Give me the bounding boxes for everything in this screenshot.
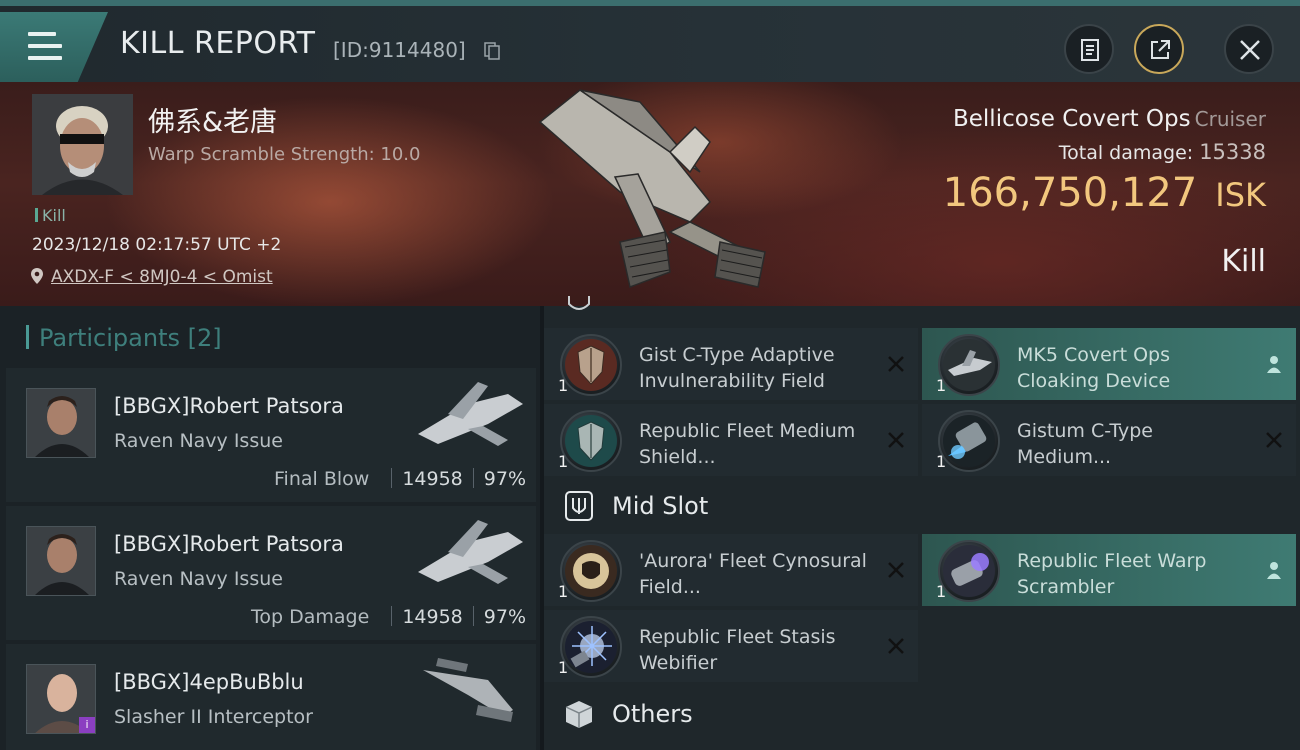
module-item[interactable]: 1 Republic Fleet Medium Shield... [544,404,918,476]
info-badge-icon: i [79,717,95,733]
shield-module-icon [560,334,622,396]
page-title: KILL REPORT [120,26,316,61]
module-quantity: 1 [558,582,569,601]
dropped-person-icon [1267,562,1281,579]
module-quantity: 1 [558,452,569,471]
module-name: MK5 Covert Ops Cloaking Device [1017,344,1171,392]
mid-slot-icon [565,491,593,521]
victim-ship-class: Cruiser [1194,107,1266,131]
module-quantity: 1 [558,658,569,677]
module-item[interactable]: 1 Gistum C-Type Medium... [922,404,1296,476]
victim-portrait[interactable] [32,94,133,195]
kill-location[interactable]: AXDX-F < 8MJ0-4 < Omist [31,267,273,287]
module-quantity: 1 [558,376,569,395]
destroyed-icon [1266,432,1282,448]
participant-percent: 97% [483,468,526,490]
module-name: Gistum C-Type Medium... [1017,420,1153,468]
location-link[interactable]: AXDX-F < 8MJ0-4 < Omist [51,267,273,287]
participant-ship-render [418,382,523,446]
module-item[interactable]: 1 MK5 Covert Ops Cloaking Device [922,328,1296,400]
participant-avatar: i [26,664,96,734]
dropped-person-icon [1267,356,1281,373]
participant-ship-render [418,520,523,584]
participant-damage: 14958 [402,468,463,490]
copy-icon[interactable] [484,42,500,60]
module-name: Republic Fleet Medium Shield... [639,420,856,468]
participant-ship-render [423,658,513,722]
participant-stats: Final Blow 14958 97% [274,468,526,490]
shield-module-icon [560,410,622,472]
participant-name[interactable]: [BBGX]Robert Patsora [114,394,344,418]
participants-header: Participants [2] [26,324,222,352]
location-pin-icon [31,268,43,284]
isk-unit: ISK [1215,176,1266,214]
participant-avatar [26,388,96,458]
report-id: [ID:9114480] [333,38,466,62]
close-icon [1240,40,1260,60]
module-name: Republic Fleet Stasis Webifier [639,626,836,674]
top-bar: KILL REPORT [ID:9114480] [0,0,1300,82]
participant-row[interactable]: i [BBGX]4epBuBblu Slasher II Interceptor [6,644,536,750]
mid-slot-header: Mid Slot [544,478,1300,534]
share-icon [1151,40,1170,59]
destroyed-icon [888,562,904,578]
participant-percent: 97% [483,606,526,628]
menu-button[interactable] [0,12,108,82]
destroyed-icon [888,638,904,654]
share-button[interactable] [1134,24,1184,74]
module-quantity: 1 [936,582,947,601]
participant-row[interactable]: [BBGX]Robert Patsora Raven Navy Issue Fi… [6,368,536,502]
victim-banner: 佛系&老唐 Warp Scramble Strength: 10.0 Kill … [0,82,1300,306]
clipboard-button[interactable] [1064,24,1114,74]
participant-ship: Raven Navy Issue [114,568,283,590]
cyno-module-icon [560,540,622,602]
participant-stats: Top Damage 14958 97% [251,606,526,628]
participants-panel: Participants [2] [BBGX]Robert Patsora Ra… [0,306,540,750]
victim-subtitle: Warp Scramble Strength: 10.0 [148,144,421,165]
high-slot-icon [568,296,590,310]
total-damage-value: 15338 [1199,140,1266,164]
close-button[interactable] [1224,24,1274,74]
cargo-box-icon [565,701,593,728]
victim-ship-name[interactable]: Bellicose Covert Ops Cruiser [953,106,1266,132]
module-name: 'Aurora' Fleet Cynosural Field... [639,550,867,598]
module-item[interactable]: 1 Republic Fleet Warp Scrambler [922,534,1296,606]
participant-row[interactable]: [BBGX]Robert Patsora Raven Navy Issue To… [6,506,536,640]
kill-tag: Kill [35,206,66,225]
module-item[interactable]: 1 Gist C-Type Adaptive Invulnerability F… [544,328,918,400]
kill-timestamp: 2023/12/18 02:17:57 UTC +2 [32,235,282,255]
total-damage: Total damage: 15338 [1058,140,1266,164]
participant-stat-label: Top Damage [251,606,370,628]
destroyed-icon [888,432,904,448]
participant-damage: 14958 [402,606,463,628]
cloak-module-icon [938,334,1000,396]
destroyed-icon [888,356,904,372]
fitting-panel: 1 Gist C-Type Adaptive Invulnerability F… [544,296,1300,750]
participant-stat-label: Final Blow [274,468,370,490]
stasis-webifier-icon [560,616,622,678]
module-name: Republic Fleet Warp Scrambler [1017,550,1207,598]
participant-name[interactable]: [BBGX]4epBuBblu [114,670,304,694]
result-label: Kill [1221,244,1266,279]
shield-booster-icon [938,410,1000,472]
victim-name[interactable]: 佛系&老唐 [148,100,277,139]
clipboard-icon [1081,39,1099,61]
participant-ship: Raven Navy Issue [114,430,283,452]
participant-ship: Slasher II Interceptor [114,706,313,728]
isk-value: 166,750,127 ISK [942,170,1266,216]
others-header: Others [544,686,1300,742]
module-quantity: 1 [936,452,947,471]
module-quantity: 1 [936,376,947,395]
module-item[interactable]: 1 Republic Fleet Stasis Webifier [544,610,918,682]
participant-avatar [26,526,96,596]
module-item[interactable]: 1 'Aurora' Fleet Cynosural Field... [544,534,918,606]
participant-name[interactable]: [BBGX]Robert Patsora [114,532,344,556]
module-name: Gist C-Type Adaptive Invulnerability Fie… [639,344,835,392]
victim-ship-render [538,89,766,289]
menu-icon [28,32,62,60]
warp-scrambler-icon [938,540,1000,602]
